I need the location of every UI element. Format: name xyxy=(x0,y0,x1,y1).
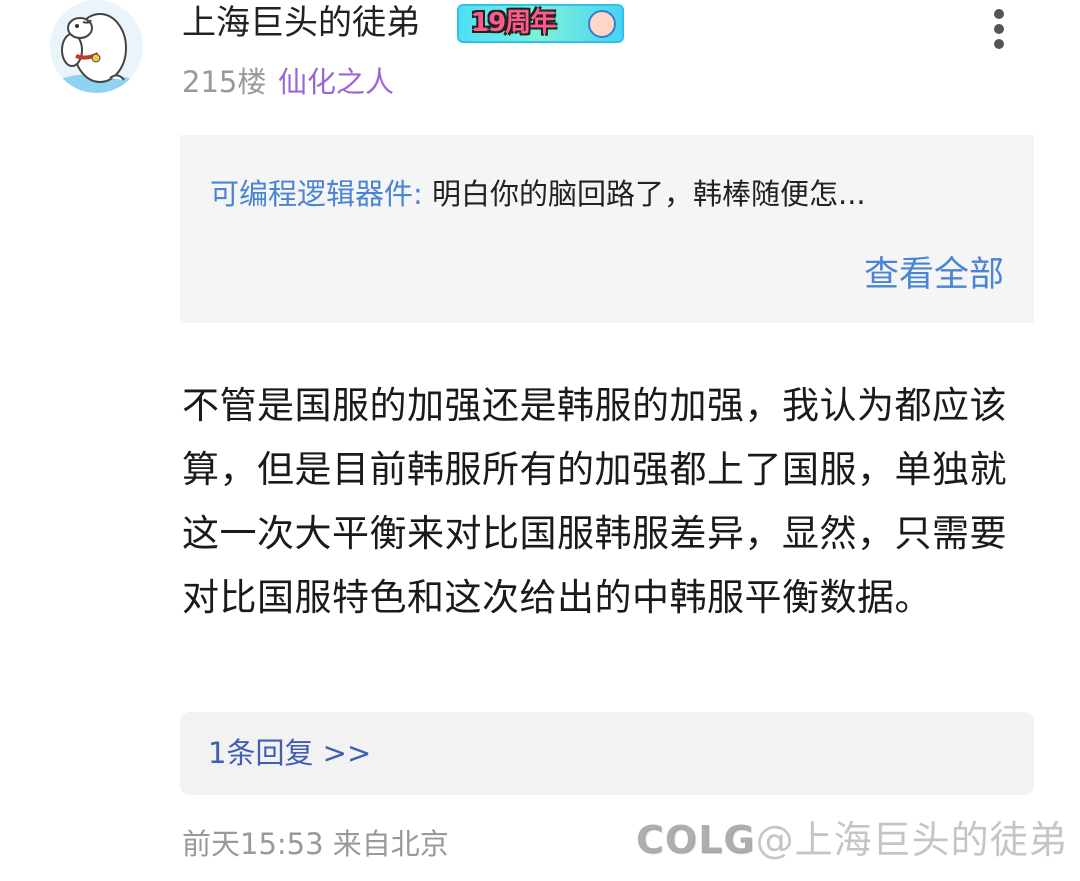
quoted-reply[interactable]: 可编程逻辑器件: 明白你的脑回路了，韩棒随便怎... 查看全部 xyxy=(180,135,1034,323)
anniversary-badge[interactable]: 19周年 xyxy=(457,4,624,43)
user-tail-label[interactable]: 仙化之人 xyxy=(278,62,394,102)
quote-text: 明白你的脑回路了，韩棒随便怎... xyxy=(422,177,866,211)
watermark: COLG@上海巨头的徒弟 xyxy=(636,812,1068,868)
badge-label: 19周年 xyxy=(471,8,556,38)
post-content: 不管是国服的加强还是韩服的加强，我认为都应该算，但是目前韩服所有的加强都上了国服… xyxy=(182,384,1007,619)
badge-face-icon xyxy=(588,10,616,38)
avatar-seal-icon xyxy=(56,13,136,93)
watermark-logo: COLG xyxy=(636,818,756,862)
view-all-link[interactable]: 查看全部 xyxy=(864,253,1004,297)
replies-box[interactable]: 1条回复 >> xyxy=(180,712,1034,795)
quote-line: 可编程逻辑器件: 明白你的脑回路了，韩棒随便怎... xyxy=(210,173,866,215)
quote-author[interactable]: 可编程逻辑器件: xyxy=(210,177,423,211)
more-vertical-icon xyxy=(994,9,1004,49)
replies-link[interactable]: 1条回复 >> xyxy=(208,712,371,795)
post-time-location: 前天15:53 来自北京 xyxy=(182,827,449,861)
more-options-button[interactable] xyxy=(982,6,1016,52)
avatar[interactable] xyxy=(50,0,143,93)
username[interactable]: 上海巨头的徒弟 xyxy=(182,0,420,46)
floor-number: 215楼 xyxy=(182,65,267,99)
watermark-text: @上海巨头的徒弟 xyxy=(755,818,1068,862)
